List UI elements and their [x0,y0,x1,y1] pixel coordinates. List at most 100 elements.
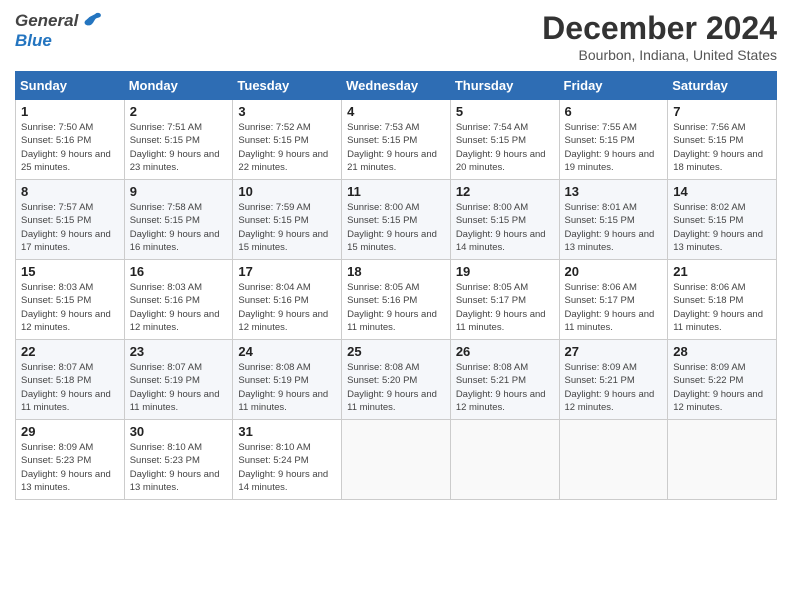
day-detail: Sunrise: 8:09 AMSunset: 5:23 PMDaylight:… [21,441,119,494]
day-detail: Sunrise: 8:05 AMSunset: 5:17 PMDaylight:… [456,281,554,334]
day-number: 13 [565,184,663,199]
calendar-cell: 29 Sunrise: 8:09 AMSunset: 5:23 PMDayligh… [16,420,125,500]
calendar-cell: 15 Sunrise: 8:03 AMSunset: 5:15 PMDayligh… [16,260,125,340]
day-detail: Sunrise: 8:06 AMSunset: 5:17 PMDaylight:… [565,281,663,334]
page-container: General Blue December 2024 Bourbon, Indi… [0,0,792,510]
weekday-header-row: Sunday Monday Tuesday Wednesday Thursday… [16,72,777,100]
header-sunday: Sunday [16,72,125,100]
day-detail: Sunrise: 7:56 AMSunset: 5:15 PMDaylight:… [673,121,771,174]
calendar-cell: 8 Sunrise: 7:57 AMSunset: 5:15 PMDaylight… [16,180,125,260]
calendar-cell: 6 Sunrise: 7:55 AMSunset: 5:15 PMDaylight… [559,100,668,180]
calendar-cell: 21Sunrise: 8:06 AMSunset: 5:18 PMDayligh… [668,260,777,340]
day-number: 17 [238,264,336,279]
day-number: 5 [456,104,554,119]
day-detail: Sunrise: 8:08 AMSunset: 5:21 PMDaylight:… [456,361,554,414]
calendar-cell: 10 Sunrise: 7:59 AMSunset: 5:15 PMDayligh… [233,180,342,260]
day-detail: Sunrise: 7:59 AMSunset: 5:15 PMDaylight:… [238,201,336,254]
day-detail: Sunrise: 7:51 AMSunset: 5:15 PMDaylight:… [130,121,228,174]
calendar-cell: 5 Sunrise: 7:54 AMSunset: 5:15 PMDaylight… [450,100,559,180]
day-detail: Sunrise: 8:01 AMSunset: 5:15 PMDaylight:… [565,201,663,254]
day-number: 3 [238,104,336,119]
day-number: 26 [456,344,554,359]
day-detail: Sunrise: 8:07 AMSunset: 5:18 PMDaylight:… [21,361,119,414]
calendar-week-3: 22 Sunrise: 8:07 AMSunset: 5:18 PMDayligh… [16,340,777,420]
day-number: 1 [21,104,119,119]
header: General Blue December 2024 Bourbon, Indi… [15,10,777,63]
day-detail: Sunrise: 8:03 AMSunset: 5:16 PMDaylight:… [130,281,228,334]
day-detail: Sunrise: 7:53 AMSunset: 5:15 PMDaylight:… [347,121,445,174]
calendar-cell: 4 Sunrise: 7:53 AMSunset: 5:15 PMDaylight… [342,100,451,180]
calendar-cell: 28Sunrise: 8:09 AMSunset: 5:22 PMDayligh… [668,340,777,420]
calendar-table: Sunday Monday Tuesday Wednesday Thursday… [15,71,777,500]
calendar-week-2: 15 Sunrise: 8:03 AMSunset: 5:15 PMDayligh… [16,260,777,340]
calendar-cell: 9Sunrise: 7:58 AMSunset: 5:15 PMDaylight… [124,180,233,260]
day-number: 27 [565,344,663,359]
day-detail: Sunrise: 7:55 AMSunset: 5:15 PMDaylight:… [565,121,663,174]
day-number: 29 [21,424,119,439]
day-detail: Sunrise: 7:58 AMSunset: 5:15 PMDaylight:… [130,201,228,254]
day-number: 20 [565,264,663,279]
calendar-cell: 7 Sunrise: 7:56 AMSunset: 5:15 PMDaylight… [668,100,777,180]
calendar-cell [668,420,777,500]
day-detail: Sunrise: 8:06 AMSunset: 5:18 PMDaylight:… [673,281,771,334]
calendar-cell: 13 Sunrise: 8:01 AMSunset: 5:15 PMDayligh… [559,180,668,260]
calendar-week-4: 29 Sunrise: 8:09 AMSunset: 5:23 PMDayligh… [16,420,777,500]
header-saturday: Saturday [668,72,777,100]
day-number: 25 [347,344,445,359]
logo: General Blue [15,10,103,51]
day-number: 8 [21,184,119,199]
header-monday: Monday [124,72,233,100]
day-detail: Sunrise: 8:10 AMSunset: 5:24 PMDaylight:… [238,441,336,494]
day-number: 16 [130,264,228,279]
calendar-cell: 26 Sunrise: 8:08 AMSunset: 5:21 PMDayligh… [450,340,559,420]
header-wednesday: Wednesday [342,72,451,100]
calendar-week-1: 8 Sunrise: 7:57 AMSunset: 5:15 PMDaylight… [16,180,777,260]
calendar-cell: 31 Sunrise: 8:10 AMSunset: 5:24 PMDayligh… [233,420,342,500]
calendar-cell: 19 Sunrise: 8:05 AMSunset: 5:17 PMDayligh… [450,260,559,340]
day-number: 19 [456,264,554,279]
calendar-cell: 23Sunrise: 8:07 AMSunset: 5:19 PMDayligh… [124,340,233,420]
calendar-cell: 22 Sunrise: 8:07 AMSunset: 5:18 PMDayligh… [16,340,125,420]
day-detail: Sunrise: 7:54 AMSunset: 5:15 PMDaylight:… [456,121,554,174]
calendar-cell: 25 Sunrise: 8:08 AMSunset: 5:20 PMDayligh… [342,340,451,420]
calendar-cell: 17 Sunrise: 8:04 AMSunset: 5:16 PMDayligh… [233,260,342,340]
day-number: 31 [238,424,336,439]
day-number: 4 [347,104,445,119]
calendar-cell: 2 Sunrise: 7:51 AMSunset: 5:15 PMDaylight… [124,100,233,180]
day-number: 2 [130,104,228,119]
day-number: 15 [21,264,119,279]
day-number: 22 [21,344,119,359]
day-detail: Sunrise: 7:50 AMSunset: 5:16 PMDaylight:… [21,121,119,174]
location: Bourbon, Indiana, United States [542,47,777,63]
day-number: 24 [238,344,336,359]
calendar-cell: 30 Sunrise: 8:10 AMSunset: 5:23 PMDayligh… [124,420,233,500]
calendar-week-0: 1 Sunrise: 7:50 AMSunset: 5:16 PMDaylight… [16,100,777,180]
calendar-cell: 18Sunrise: 8:05 AMSunset: 5:16 PMDayligh… [342,260,451,340]
logo-bird-icon [81,10,103,32]
day-number: 23 [130,344,228,359]
day-detail: Sunrise: 8:00 AMSunset: 5:15 PMDaylight:… [456,201,554,254]
day-detail: Sunrise: 8:08 AMSunset: 5:19 PMDaylight:… [238,361,336,414]
day-detail: Sunrise: 8:04 AMSunset: 5:16 PMDaylight:… [238,281,336,334]
day-number: 11 [347,184,445,199]
day-number: 28 [673,344,771,359]
logo-general: General [15,12,78,31]
header-thursday: Thursday [450,72,559,100]
day-number: 7 [673,104,771,119]
title-area: December 2024 Bourbon, Indiana, United S… [542,10,777,63]
day-number: 6 [565,104,663,119]
day-detail: Sunrise: 8:03 AMSunset: 5:15 PMDaylight:… [21,281,119,334]
calendar-cell [450,420,559,500]
day-number: 10 [238,184,336,199]
day-detail: Sunrise: 7:57 AMSunset: 5:15 PMDaylight:… [21,201,119,254]
calendar-cell: 3 Sunrise: 7:52 AMSunset: 5:15 PMDaylight… [233,100,342,180]
calendar-cell: 20 Sunrise: 8:06 AMSunset: 5:17 PMDayligh… [559,260,668,340]
day-number: 18 [347,264,445,279]
calendar-cell: 27Sunrise: 8:09 AMSunset: 5:21 PMDayligh… [559,340,668,420]
day-number: 30 [130,424,228,439]
calendar-cell [342,420,451,500]
day-detail: Sunrise: 8:10 AMSunset: 5:23 PMDaylight:… [130,441,228,494]
calendar-cell: 14Sunrise: 8:02 AMSunset: 5:15 PMDayligh… [668,180,777,260]
day-detail: Sunrise: 8:08 AMSunset: 5:20 PMDaylight:… [347,361,445,414]
day-detail: Sunrise: 7:52 AMSunset: 5:15 PMDaylight:… [238,121,336,174]
